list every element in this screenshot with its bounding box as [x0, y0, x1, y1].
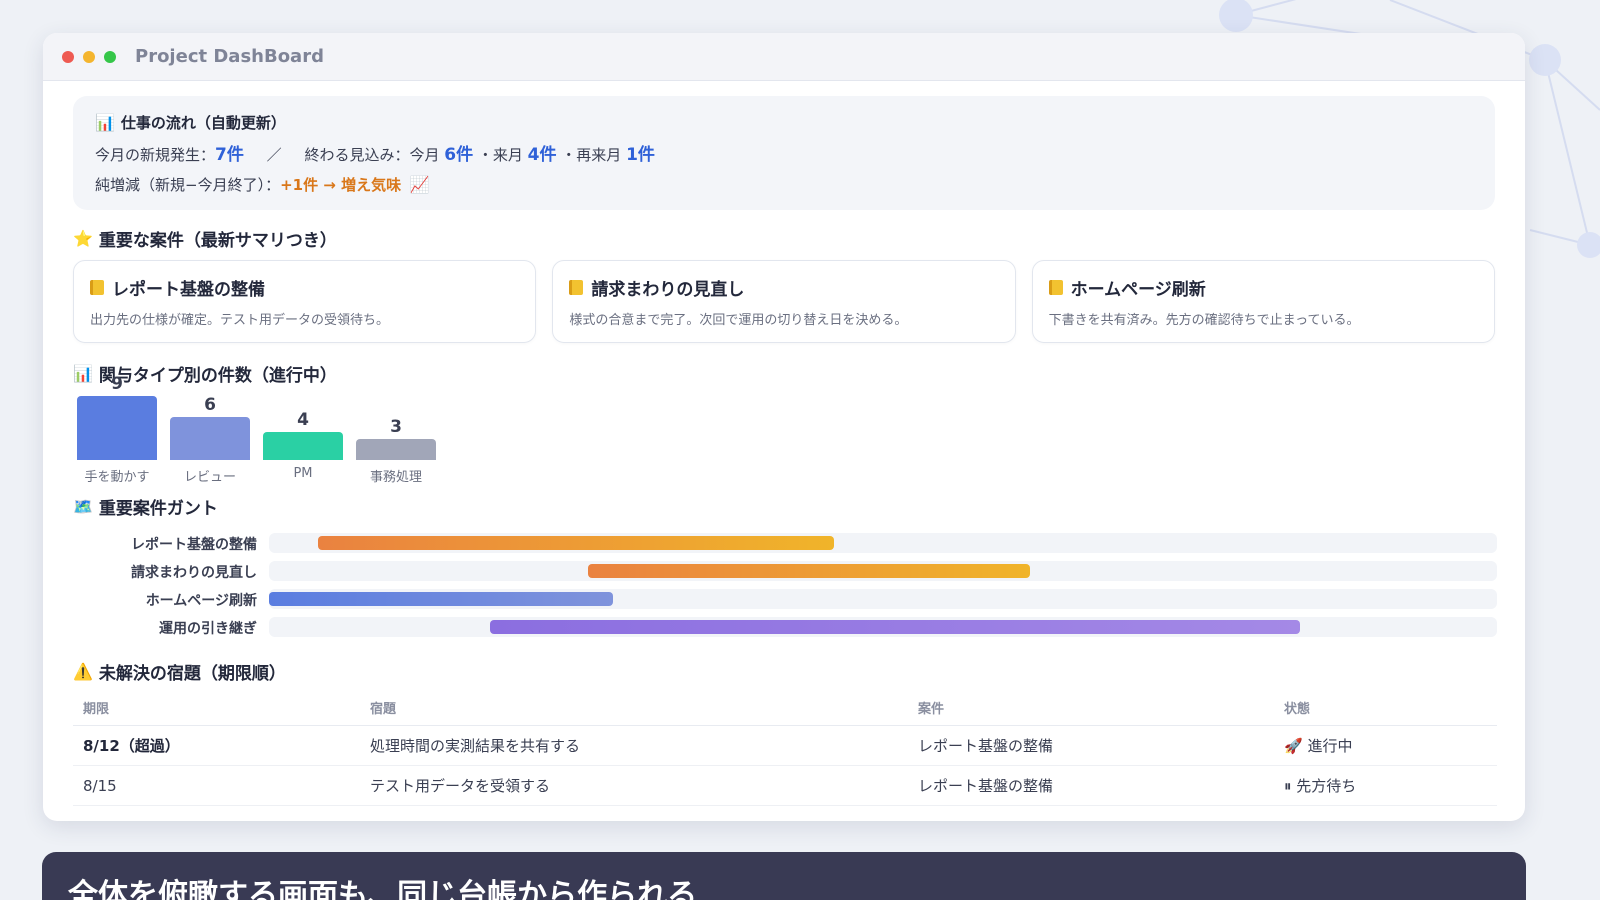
next-month-count: 4件	[527, 145, 557, 165]
card-title: レポート基盤の整備	[112, 280, 265, 300]
project-card[interactable]: ホームページ刷新 下書きを共有済み。先方の確認待ちで止まっている。	[1031, 260, 1495, 343]
bar-3	[356, 439, 436, 460]
bar-category-label: 手を動かす	[84, 470, 150, 485]
gantt-track	[269, 561, 1497, 581]
notepad-icon	[90, 280, 104, 295]
project-cell: レポート基盤の整備	[908, 765, 1274, 806]
gantt-row-label: ホームページ刷新	[145, 593, 257, 609]
bar-value-label: 3	[390, 417, 402, 437]
warning-icon: ⚠️	[73, 662, 93, 681]
star-icon: ⭐	[73, 229, 93, 248]
gantt-row-label: 運用の引き継ぎ	[159, 621, 257, 637]
work-flow-panel: 📊 仕事の流れ（自動更新） 今月の新規発生：7件 ／ 終わる見込み：今月 6件 ・…	[73, 96, 1495, 210]
column-header-task: 宿題	[360, 698, 908, 726]
status-cell: 🚀 進行中	[1274, 725, 1497, 766]
table-row[interactable]: 8/15 テスト用データを受領する レポート基盤の整備 ⏸ 先方待ち	[73, 765, 1497, 806]
close-window-button[interactable]	[62, 50, 74, 63]
gantt-track	[269, 617, 1497, 637]
bar-1	[170, 417, 250, 460]
card-summary: 様式の合意まで完了。次回で運用の切り替え日を決める。	[569, 313, 908, 328]
gantt-bar[interactable]	[318, 536, 834, 550]
map-icon: 🗺️	[73, 497, 93, 516]
gantt-section-title: 🗺️ 重要案件ガント	[73, 497, 218, 519]
bar-value-label: 9	[111, 374, 123, 394]
column-header-project: 案件	[908, 698, 1274, 726]
task-cell: 処理時間の実測結果を共有する	[360, 725, 908, 766]
minimize-window-button[interactable]	[83, 50, 95, 63]
tasks-section-title: ⚠️ 未解決の宿題（期限順）	[73, 662, 286, 684]
dashboard-window: Project DashBoard 📊 仕事の流れ（自動更新） 今月の新規発生：7…	[43, 33, 1525, 821]
card-title: ホームページ刷新	[1070, 280, 1206, 300]
net-change: +1件 → 増え気味	[280, 176, 402, 194]
table-row[interactable]: 8/12（超過） 処理時間の実測結果を共有する レポート基盤の整備 🚀 進行中	[73, 725, 1497, 766]
bar-0	[77, 396, 157, 460]
notepad-icon	[1048, 280, 1063, 295]
bar-chart-icon: 📊	[95, 113, 115, 132]
gantt-chart: レポート基盤の整備 請求まわりの見直しホームページ刷新運用の引き継ぎ	[73, 533, 1497, 649]
this-month-count: 6件	[444, 145, 474, 165]
bar-2	[263, 432, 343, 460]
status-cell: ⏸ 先方待ち	[1274, 765, 1497, 806]
gantt-bar[interactable]	[269, 592, 613, 606]
caption-text: 全体を俯瞰する画面も、同じ台帳から作られる	[68, 878, 698, 900]
gantt-track	[269, 589, 1497, 609]
column-header-status: 状態	[1274, 698, 1497, 726]
project-card[interactable]: レポート基盤の整備 出力先の仕様が確定。テスト用データの受領待ち。	[73, 260, 537, 343]
after-next-month-count: 1件	[626, 145, 655, 165]
maximize-window-button[interactable]	[104, 50, 116, 63]
bar-value-label: 4	[297, 410, 309, 430]
caption-banner: 全体を俯瞰する画面も、同じ台帳から作られる	[42, 852, 1526, 900]
by-type-bar-chart: 9 手を動かす 6 レビュー 4 PM 3 事務処理	[73, 374, 1495, 485]
bar-category-label: レビュー	[183, 470, 236, 485]
gantt-bar[interactable]	[588, 564, 1030, 578]
gantt-row-label: レポート基盤の整備	[131, 537, 257, 553]
work-flow-line-1: 今月の新規発生：7件 ／ 終わる見込み：今月 6件 ・来月 4件 ・再来月 1件	[95, 145, 655, 165]
due-cell: 8/15	[73, 765, 360, 806]
project-card[interactable]: 請求まわりの見直し 様式の合意まで完了。次回で運用の切り替え日を決める。	[552, 260, 1016, 343]
card-title: 請求まわりの見直し	[591, 280, 745, 300]
bar-category-label: PM	[293, 466, 313, 481]
important-section-title: ⭐ 重要な案件（最新サマリつき）	[73, 229, 337, 251]
table-header-row: 期限 宿題 案件 状態	[73, 698, 1497, 726]
title-bar: Project DashBoard	[43, 33, 1525, 81]
column-header-due: 期限	[73, 698, 360, 726]
new-count: 7件	[215, 145, 244, 165]
card-summary: 出力先の仕様が確定。テスト用データの受領待ち。	[90, 313, 390, 328]
task-cell: テスト用データを受領する	[360, 765, 908, 806]
work-flow-title: 📊 仕事の流れ（自動更新）	[95, 113, 286, 132]
card-summary: 下書きを共有済み。先方の確認待ちで止まっている。	[1048, 313, 1360, 328]
bar-category-label: 事務処理	[369, 470, 422, 485]
tasks-table: 期限 宿題 案件 状態 8/12（超過） 処理時間の実測結果を共有する レポート…	[73, 698, 1497, 806]
work-flow-line-2: 純増減（新規−今月終了）：+1件 → 増え気味 📈	[95, 170, 1473, 200]
project-cell: レポート基盤の整備	[908, 725, 1274, 766]
notepad-icon	[569, 280, 584, 295]
gantt-track	[269, 533, 1497, 553]
by-type-section-title: 📊 関与タイプ別の件数（進行中）	[73, 364, 337, 386]
trending-up-icon: 📈	[409, 175, 430, 194]
gantt-bar[interactable]	[490, 620, 1300, 634]
window-title: Project DashBoard	[135, 46, 324, 67]
due-cell: 8/12（超過）	[73, 725, 360, 766]
dashboard-content: 📊 仕事の流れ（自動更新） 今月の新規発生：7件 ／ 終わる見込み：今月 6件 ・…	[43, 81, 1525, 806]
bar-value-label: 6	[204, 395, 216, 415]
gantt-row-label: 請求まわりの見直し	[131, 565, 257, 581]
important-cards: レポート基盤の整備 出力先の仕様が確定。テスト用データの受領待ち。 請求まわりの…	[73, 260, 1495, 343]
